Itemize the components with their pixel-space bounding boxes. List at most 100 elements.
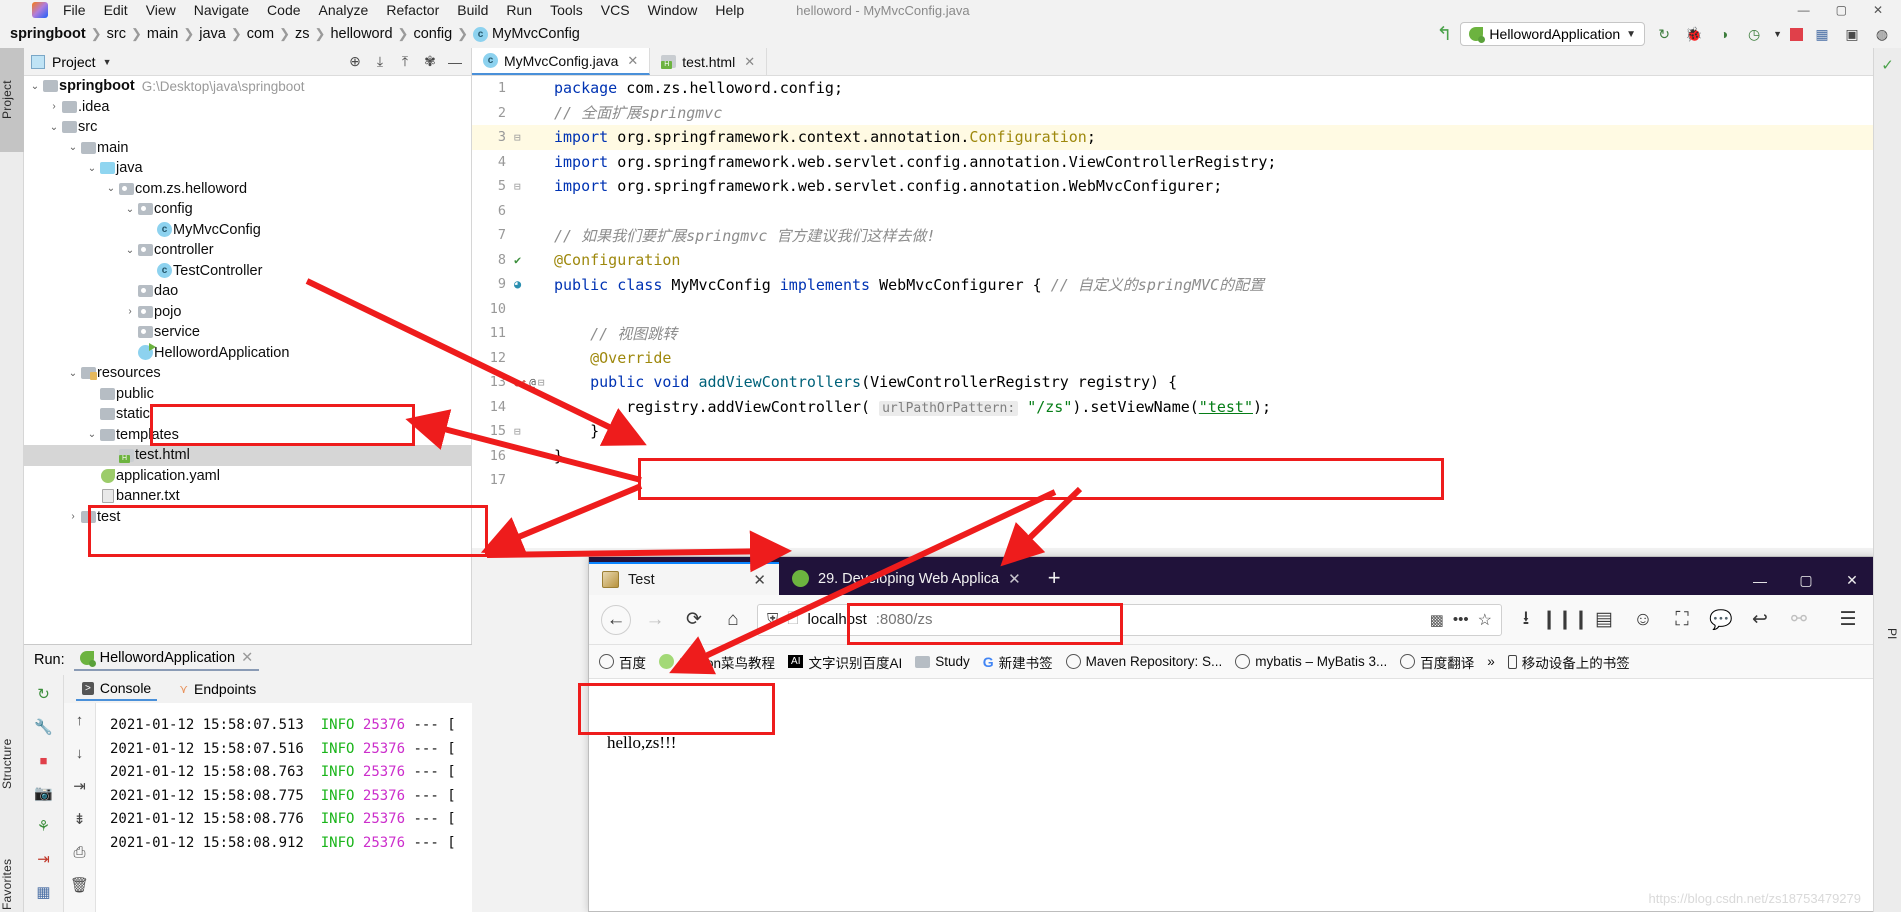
close-tab-icon[interactable]: ✕ — [744, 54, 755, 70]
breadcrumb-java[interactable]: java — [199, 26, 226, 42]
tree-expander[interactable]: › — [123, 306, 137, 317]
code-line-14[interactable]: 14 registry.addViewController( urlPathOr… — [472, 395, 1873, 420]
menu-help[interactable]: Help — [706, 2, 753, 18]
menu-tools[interactable]: Tools — [541, 2, 592, 18]
console-tab-console[interactable]: > Console — [76, 677, 158, 701]
tree-item-src[interactable]: ⌄ src — [24, 117, 471, 138]
menu-build[interactable]: Build — [448, 2, 497, 18]
console-tab-strip[interactable]: > Console ⋎ Endpoints — [64, 675, 472, 703]
breadcrumb-src[interactable]: src — [107, 26, 126, 42]
bookmark-文字识别百度ai[interactable]: AI 文字识别百度AI — [788, 652, 902, 672]
tree-item-application-yaml[interactable]: application.yaml — [24, 466, 471, 487]
maximize-icon[interactable]: ▢ — [1836, 3, 1847, 17]
soft-wrap-icon[interactable]: ⇥ — [69, 775, 91, 797]
menu-run[interactable]: Run — [497, 2, 541, 18]
locate-icon[interactable]: ⊕ — [346, 53, 364, 71]
bookmark-新建书签[interactable]: G 新建书签 — [983, 652, 1053, 672]
breadcrumb-main[interactable]: main — [147, 26, 178, 42]
code-line-6[interactable]: 6 — [472, 199, 1873, 224]
bookmark-maven-repository-s-[interactable]: Maven Repository: S... — [1065, 654, 1222, 669]
breadcrumb-springboot[interactable]: springboot — [10, 26, 86, 42]
menu-edit[interactable]: Edit — [95, 2, 137, 18]
breadcrumb-com[interactable]: com — [247, 26, 274, 42]
menu-code[interactable]: Code — [258, 2, 309, 18]
code-line-10[interactable]: 10 — [472, 297, 1873, 322]
camera-icon[interactable]: 📷 — [33, 782, 55, 804]
reload-icon[interactable]: ⟳ — [679, 605, 709, 635]
tree-item-java[interactable]: ⌄ java — [24, 158, 471, 179]
code-line-3[interactable]: 3 ⊟ import org.springframework.context.ann… — [472, 125, 1873, 150]
back-arrow-icon[interactable]: ↰ — [1437, 23, 1453, 46]
tree-item-com-zs-helloword[interactable]: ⌄ com.zs.helloword — [24, 179, 471, 200]
bookmark-star-icon[interactable]: ☆ — [1478, 610, 1492, 630]
expand-all-icon[interactable]: ⤓ — [371, 53, 389, 71]
chat-icon[interactable]: 💬 — [1706, 605, 1736, 635]
fold-icon[interactable]: ⊟ — [514, 425, 521, 438]
tree-expander[interactable]: ⌄ — [28, 81, 42, 92]
back-icon[interactable]: ← — [601, 604, 631, 635]
code-line-15[interactable]: 15 ⊟ } — [472, 419, 1873, 444]
tree-item-springboot[interactable]: ⌄ springboot G:\Desktop\java\springboot — [24, 76, 471, 97]
tree-item-config[interactable]: ⌄ config — [24, 199, 471, 220]
tree-item-banner-txt[interactable]: banner.txt — [24, 486, 471, 507]
forward-icon[interactable]: → — [640, 605, 670, 635]
tree-item-service[interactable]: service — [24, 322, 471, 343]
tree-expander[interactable]: ⌄ — [66, 142, 80, 153]
rerun-icon[interactable]: ↻ — [33, 683, 55, 705]
browser-tab-test[interactable]: Test ✕ — [589, 562, 779, 595]
code-line-8[interactable]: 8 ✔ @Configuration — [472, 248, 1873, 273]
menu-refactor[interactable]: Refactor — [377, 2, 448, 18]
tree-item-main[interactable]: ⌄ main — [24, 138, 471, 159]
close-icon[interactable]: ✕ — [1829, 572, 1875, 589]
bookmark-study[interactable]: Study — [915, 654, 970, 669]
tree-expander[interactable]: ⌄ — [104, 183, 118, 194]
code-line-7[interactable]: 7 // 如果我们要扩展springmvc 官方建议我们这样去做! — [472, 223, 1873, 248]
menu-hamburger-icon[interactable]: ☰ — [1833, 605, 1863, 635]
run-with-coverage-button[interactable]: ◑ — [1713, 23, 1735, 45]
run-button[interactable]: ↻ — [1653, 23, 1675, 45]
tool-tab-favorites[interactable]: Favorites — [0, 828, 24, 912]
screenshot-icon[interactable]: ⛶ — [1667, 605, 1697, 635]
layout-icon[interactable]: ▦ — [33, 881, 55, 903]
code-line-2[interactable]: 2 // 全面扩展springmvc — [472, 101, 1873, 126]
code-line-5[interactable]: 5 ⊟ import org.springframework.web.servlet… — [472, 174, 1873, 199]
bookmark-百度翻译[interactable]: 百度翻译 — [1400, 652, 1474, 672]
breadcrumb-mymvcconfig[interactable]: MyMvcConfig — [492, 26, 580, 42]
editor-tab-mymvcconfig-java[interactable]: c MyMvcConfig.java ✕ — [472, 48, 651, 75]
debug-button[interactable]: 🐞 — [1683, 23, 1705, 45]
menu-file[interactable]: File — [54, 2, 95, 18]
console-tab-endpoints[interactable]: ⋎ Endpoints — [173, 678, 262, 700]
tree-expander[interactable]: ⌄ — [85, 429, 99, 440]
collapse-all-icon[interactable]: ⤒ — [396, 53, 414, 71]
code-line-11[interactable]: 11 // 视图跳转 — [472, 321, 1873, 346]
breadcrumb-zs[interactable]: zs — [295, 26, 310, 42]
code-line-13[interactable]: 13 ◉↑ @ ⊟ public void addViewControllers(Vi… — [472, 370, 1873, 395]
close-tab-icon[interactable]: ✕ — [1008, 570, 1021, 588]
new-tab-button[interactable]: + — [1034, 565, 1075, 595]
stop-icon[interactable]: ■ — [33, 749, 55, 771]
tree-expander[interactable]: ⌄ — [47, 122, 61, 133]
chevron-down-icon[interactable]: ▼ — [1773, 29, 1782, 39]
minimize-icon[interactable]: — — [1798, 3, 1810, 17]
bookmark-python菜鸟教程[interactable]: Python菜鸟教程 — [659, 652, 775, 672]
hide-icon[interactable]: — — [446, 53, 464, 71]
close-icon[interactable]: ✕ — [241, 650, 253, 666]
tool-tab-project[interactable]: Project — [0, 48, 24, 152]
exit-icon[interactable]: ⇥ — [33, 848, 55, 870]
gear-icon[interactable]: ✾ — [421, 53, 439, 71]
qrcode-icon[interactable]: ▩ — [1430, 611, 1444, 629]
sidebar-icon[interactable]: ▤ — [1589, 605, 1619, 635]
run-tab[interactable]: HellowordApplication ✕ — [73, 650, 260, 671]
bookmark-mybatis-mybatis-3-[interactable]: mybatis – MyBatis 3... — [1235, 654, 1387, 669]
scroll-to-end-icon[interactable]: ⇟ — [69, 808, 91, 830]
library-icon[interactable]: ❙❙❙ — [1541, 605, 1589, 635]
tree-expander[interactable]: ⌄ — [85, 163, 99, 174]
code-content[interactable]: 1 package com.zs.helloword.config; 2 // 全面扩… — [472, 76, 1873, 548]
page-info-icon[interactable]: 🗋 — [787, 608, 798, 632]
close-icon[interactable]: ✕ — [1873, 3, 1883, 17]
stop-button[interactable] — [1790, 27, 1803, 41]
tree-expander[interactable]: ⌄ — [66, 368, 80, 379]
fold-icon[interactable]: ⊟ — [538, 376, 545, 389]
bean-gutter-icon[interactable]: ✔ — [514, 253, 521, 267]
tree-item-public[interactable]: public — [24, 384, 471, 405]
